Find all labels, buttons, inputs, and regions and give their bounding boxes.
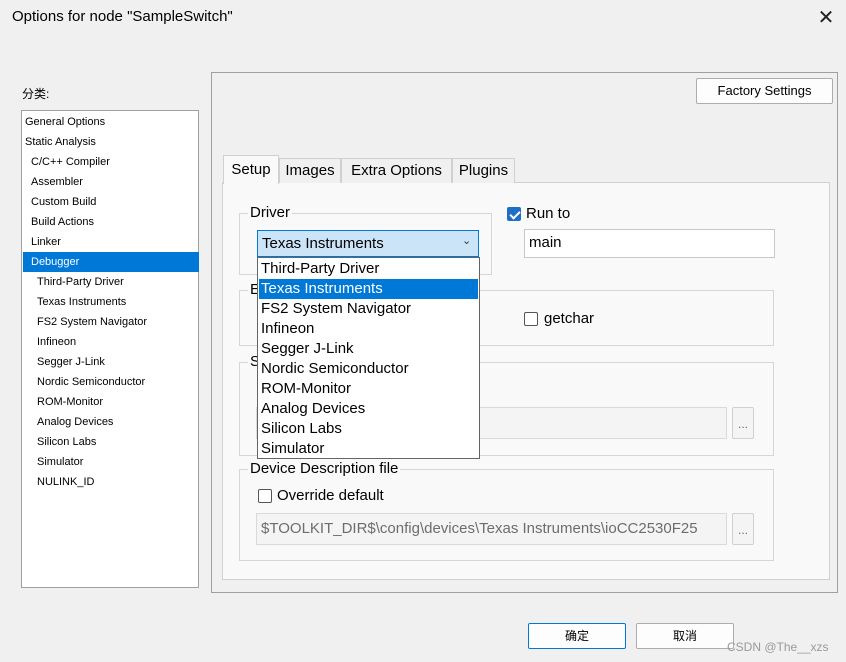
tab-extra-options[interactable]: Extra Options [341, 158, 452, 183]
driver-option-infineon[interactable]: Infineon [259, 319, 478, 339]
category-item-simulator[interactable]: Simulator [23, 452, 199, 472]
run-to-input[interactable]: main [524, 229, 775, 258]
category-item-rom-monitor[interactable]: ROM-Monitor [23, 392, 199, 412]
category-item-custom-build[interactable]: Custom Build [23, 192, 199, 212]
driver-option-simulator[interactable]: Simulator [259, 439, 478, 459]
driver-option-analog-devices[interactable]: Analog Devices [259, 399, 478, 419]
chevron-down-icon[interactable]: ⌄ [462, 236, 472, 247]
driver-option-third-party-driver[interactable]: Third-Party Driver [259, 259, 478, 279]
tab-images[interactable]: Images [279, 158, 341, 183]
category-item-build-actions[interactable]: Build Actions [23, 212, 199, 232]
category-item-c-cpp-compiler[interactable]: C/C++ Compiler [23, 152, 199, 172]
category-item-nordic-semiconductor[interactable]: Nordic Semiconductor [23, 372, 199, 392]
driver-option-fs2-system-navigator[interactable]: FS2 System Navigator [259, 299, 478, 319]
driver-option-nordic-semiconductor[interactable]: Nordic Semiconductor [259, 359, 478, 379]
category-item-linker[interactable]: Linker [23, 232, 199, 252]
run-to-label: Run to [526, 205, 571, 222]
category-list[interactable]: General Options Static Analysis C/C++ Co… [21, 110, 199, 588]
category-item-segger-j-link[interactable]: Segger J-Link [23, 352, 199, 372]
tab-plugins[interactable]: Plugins [452, 158, 515, 183]
category-item-infineon[interactable]: Infineon [23, 332, 199, 352]
category-item-texas-instruments[interactable]: Texas Instruments [23, 292, 199, 312]
tab-setup[interactable]: Setup [223, 155, 279, 184]
factory-settings-button[interactable]: Factory Settings [696, 78, 833, 104]
ddf-path-input[interactable]: $TOOLKIT_DIR$\config\devices\Texas Instr… [256, 513, 727, 545]
driver-dropdown-list[interactable]: Third-Party Driver Texas Instruments FS2… [257, 257, 480, 459]
cancel-button[interactable]: 取消 [636, 623, 734, 649]
ddf-group-label: Device Description file [248, 460, 401, 477]
watermark: CSDN @The__xzs [727, 640, 829, 654]
driver-group-label: Driver [248, 204, 292, 221]
driver-option-segger-j-link[interactable]: Segger J-Link [259, 339, 478, 359]
category-item-fs2-system-navigator[interactable]: FS2 System Navigator [23, 312, 199, 332]
category-label: 分类: [22, 87, 50, 101]
driver-option-rom-monitor[interactable]: ROM-Monitor [259, 379, 478, 399]
category-item-debugger[interactable]: Debugger [23, 252, 199, 272]
category-item-general-options[interactable]: General Options [23, 112, 199, 132]
window-title: Options for node "SampleSwitch" [12, 8, 233, 25]
override-default-label: Override default [277, 487, 384, 504]
getchar-label: getchar [544, 310, 595, 327]
run-to-checkbox[interactable] [507, 207, 521, 221]
setup-macros-browse-button[interactable]: ... [732, 407, 754, 439]
driver-option-texas-instruments[interactable]: Texas Instruments [259, 279, 478, 299]
ddf-browse-button[interactable]: ... [732, 513, 754, 545]
category-item-nulink-id[interactable]: NULINK_ID [23, 472, 199, 492]
override-default-checkbox[interactable] [258, 489, 272, 503]
category-item-third-party-driver[interactable]: Third-Party Driver [23, 272, 199, 292]
driver-option-silicon-labs[interactable]: Silicon Labs [259, 419, 478, 439]
category-item-analog-devices[interactable]: Analog Devices [23, 412, 199, 432]
category-item-silicon-labs[interactable]: Silicon Labs [23, 432, 199, 452]
category-item-assembler[interactable]: Assembler [23, 172, 199, 192]
getchar-checkbox[interactable] [524, 312, 538, 326]
ok-button[interactable]: 确定 [528, 623, 626, 649]
close-icon[interactable]: ✕ [812, 4, 840, 32]
driver-select[interactable]: Texas Instruments [257, 230, 479, 257]
category-item-static-analysis[interactable]: Static Analysis [23, 132, 199, 152]
